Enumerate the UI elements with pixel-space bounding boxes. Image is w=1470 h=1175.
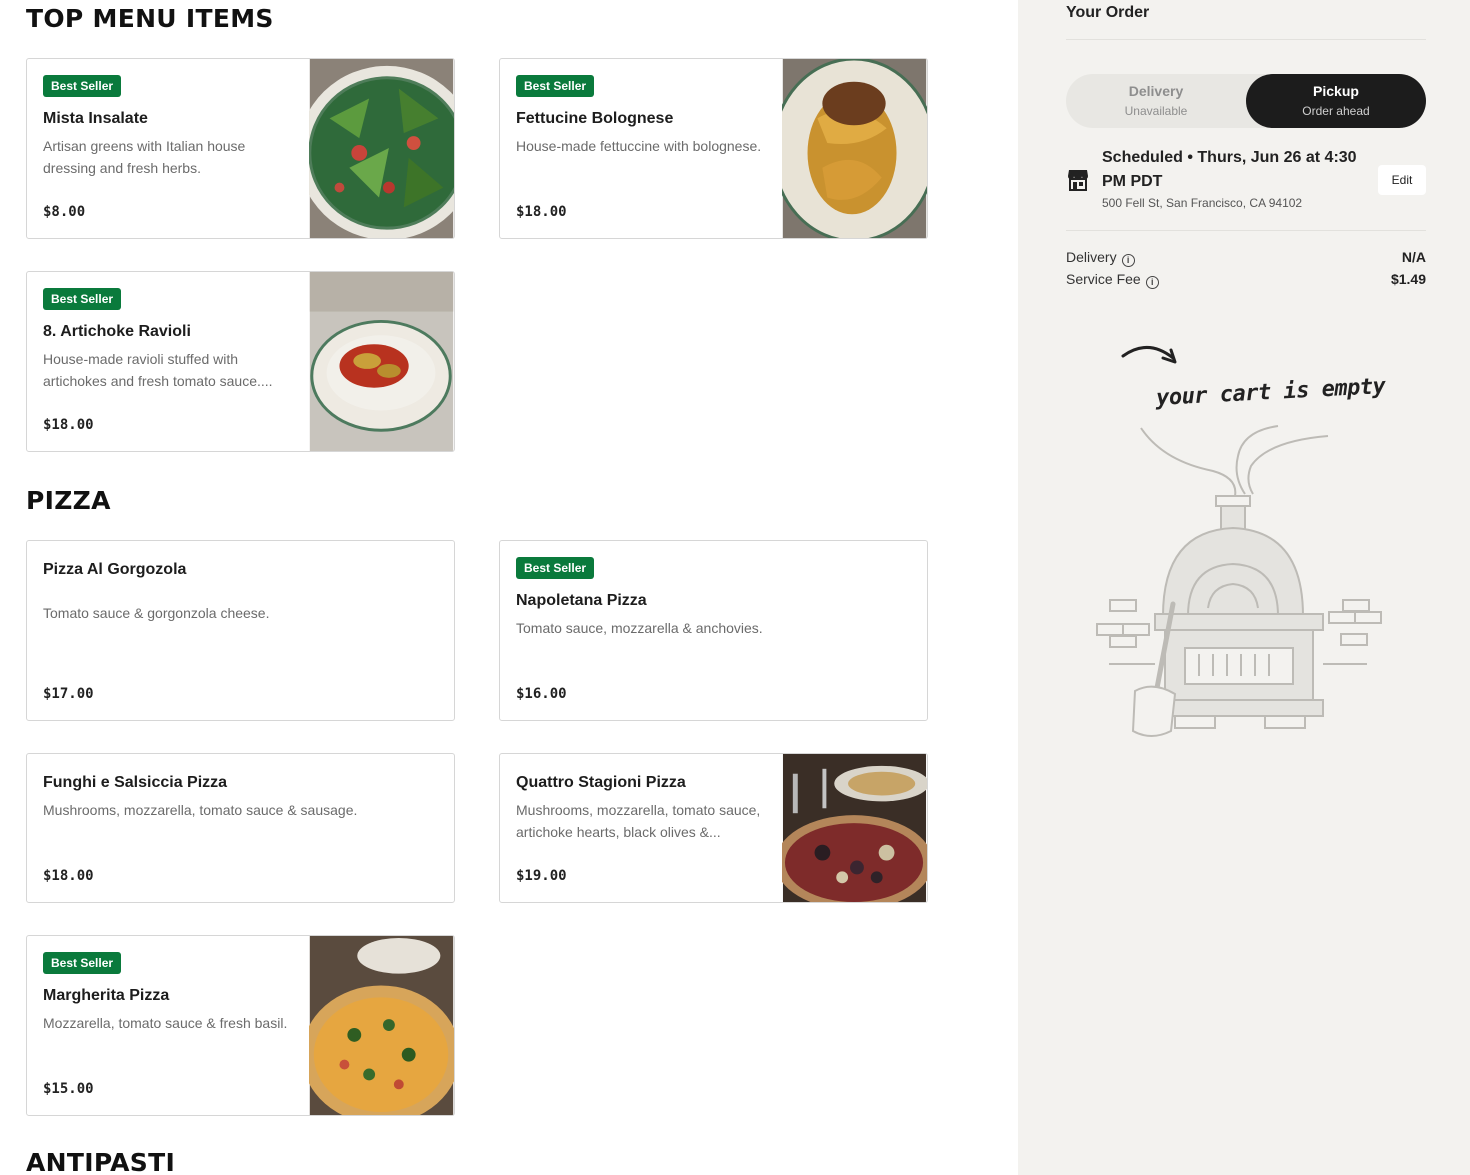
menu-item-card[interactable]: Best Seller Mista Insalate Artisan green… [26, 58, 455, 239]
item-name: Mista Insalate [43, 110, 148, 127]
item-price: $19.00 [516, 868, 567, 884]
divider [1066, 230, 1426, 231]
item-name: Pizza Al Gorgozola [43, 561, 187, 578]
menu-item-card[interactable]: Best Seller Fettucine Bolognese House-ma… [499, 58, 928, 239]
item-photo-bolognese [782, 59, 927, 238]
item-price: $17.00 [43, 686, 94, 702]
menu-item-card[interactable]: Pizza Al Gorgozola Tomato sauce & gorgon… [26, 540, 455, 721]
menu-item-card[interactable]: Best Seller Margherita Pizza Mozzarella,… [26, 935, 455, 1116]
fee-label-wrap: Service Fee i [1066, 271, 1159, 289]
item-description: Mozzarella, tomato sauce & fresh basil. [43, 1015, 288, 1031]
best-seller-badge: Best Seller [43, 288, 122, 310]
item-name: Funghi e Salsiccia Pizza [43, 774, 228, 791]
best-seller-badge: Best Seller [43, 952, 122, 974]
best-seller-badge: Best Seller [516, 75, 595, 97]
section-title-pizza: PIZZA [26, 486, 111, 515]
item-price: $18.00 [43, 417, 94, 433]
fulfillment-toggle: Delivery Unavailable Pickup Order ahead [1066, 74, 1426, 128]
fee-value: $1.49 [1390, 271, 1426, 287]
store-icon [1068, 170, 1088, 191]
pizza-oven-illustration [1096, 346, 1382, 737]
arrow-icon [1121, 346, 1175, 360]
item-name: Napoletana Pizza [516, 592, 647, 609]
item-description: House-made ravioli stuffed with artichok… [43, 351, 273, 389]
fee-label: Service Fee [1066, 271, 1141, 287]
item-photo-salad [309, 59, 454, 238]
item-photo-ravioli [309, 272, 454, 451]
item-price: $8.00 [43, 204, 86, 220]
item-description: House-made fettuccine with bolognese. [516, 138, 762, 154]
scheduled-time: Scheduled • Thurs, Jun 26 at 4:30 PM PDT [1102, 149, 1357, 190]
pickup-address: 500 Fell St, San Francisco, CA 94102 [1102, 196, 1303, 210]
item-price: $15.00 [43, 1081, 94, 1097]
your-order-title: Your Order [1066, 4, 1150, 21]
item-price: $18.00 [43, 868, 94, 884]
item-name: Margherita Pizza [43, 987, 170, 1004]
item-price: $16.00 [516, 686, 567, 702]
menu-item-card[interactable]: Quattro Stagioni Pizza Mushrooms, mozzar… [499, 753, 928, 903]
item-description: Tomato sauce, mozzarella & anchovies. [516, 620, 763, 636]
item-description: Tomato sauce & gorgonzola cheese. [43, 605, 270, 621]
fee-value: N/A [1401, 249, 1426, 265]
pickup-option-label: Pickup [1313, 83, 1359, 99]
pickup-option[interactable]: Pickup Order ahead [1246, 74, 1426, 128]
best-seller-badge: Best Seller [516, 557, 595, 579]
item-name: Quattro Stagioni Pizza [516, 774, 686, 791]
edit-schedule-button[interactable]: Edit [1378, 165, 1426, 195]
fee-row-service: Service Fee i $1.49 [1066, 271, 1426, 291]
pickup-option-sub: Order ahead [1302, 104, 1370, 118]
item-photo-margherita [309, 936, 454, 1115]
fee-label: Delivery [1066, 249, 1117, 265]
order-sidebar: Your Order Delivery Unavailable Pickup O… [1018, 0, 1470, 1175]
best-seller-badge: Best Seller [43, 75, 122, 97]
menu-item-card[interactable]: Best Seller 8. Artichoke Ravioli House-m… [26, 271, 455, 452]
delivery-option-label: Delivery [1128, 83, 1184, 99]
item-name: Fettucine Bolognese [516, 110, 674, 127]
item-description: Mushrooms, mozzarella, tomato sauce & sa… [43, 802, 358, 818]
fee-row-delivery: Delivery i N/A [1066, 249, 1426, 269]
fee-label-wrap: Delivery i [1066, 249, 1135, 267]
section-title-antipasti: ANTIPASTI [26, 1148, 176, 1175]
item-photo-quattro-stagioni [782, 754, 927, 902]
item-description: Mushrooms, mozzarella, tomato sauce, art… [516, 802, 761, 840]
delivery-option[interactable]: Delivery Unavailable [1066, 74, 1246, 128]
menu-main: TOP MENU ITEMS Best Seller Mista Insalat… [0, 0, 1018, 1175]
menu-item-card[interactable]: Best Seller Napoletana Pizza Tomato sauc… [499, 540, 928, 721]
info-icon[interactable]: i [1145, 276, 1159, 289]
item-price: $18.00 [516, 204, 567, 220]
delivery-option-sub: Unavailable [1124, 104, 1188, 118]
divider [1066, 39, 1426, 40]
menu-item-card[interactable]: Funghi e Salsiccia Pizza Mushrooms, mozz… [26, 753, 455, 903]
section-title-top-menu-items: TOP MENU ITEMS [26, 4, 274, 33]
item-name: 8. Artichoke Ravioli [43, 323, 191, 340]
item-description: Artisan greens with Italian house dressi… [43, 138, 246, 176]
info-icon[interactable]: i [1121, 254, 1135, 267]
